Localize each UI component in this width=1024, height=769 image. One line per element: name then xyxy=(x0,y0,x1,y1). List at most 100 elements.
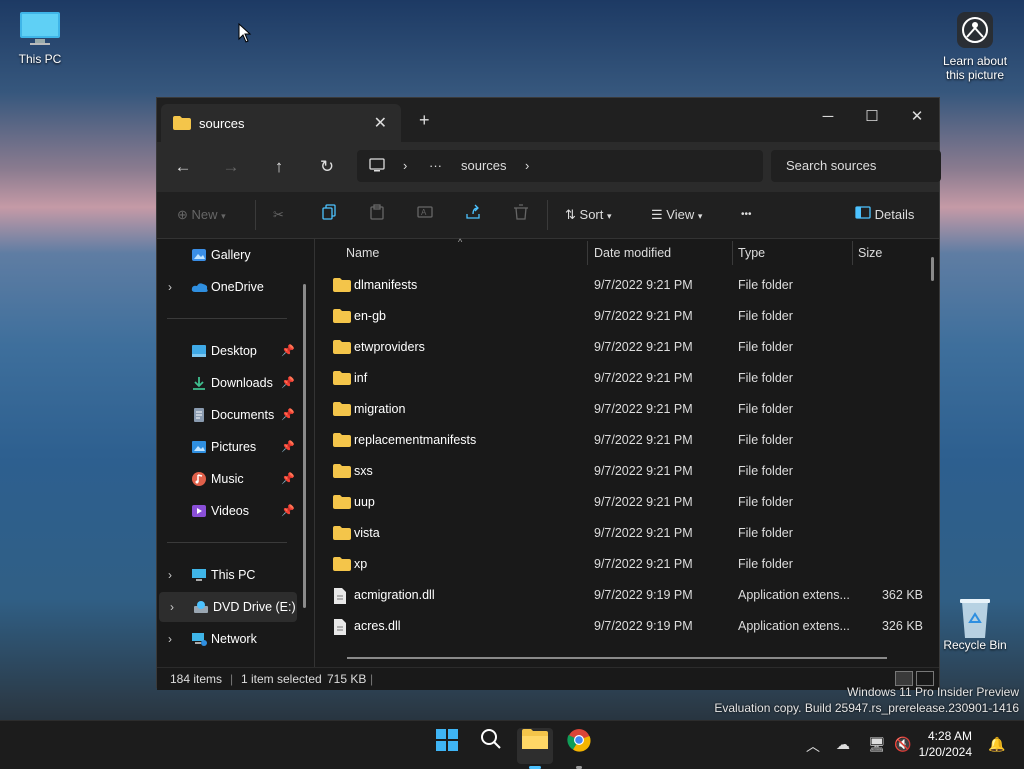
forward-button[interactable]: → xyxy=(215,151,247,183)
search-input[interactable]: Search sources xyxy=(771,150,941,182)
sidebar-item-desktop[interactable]: Desktop 📌 xyxy=(157,336,307,366)
sidebar-item-label: Gallery xyxy=(211,248,251,262)
file-name: acres.dll xyxy=(354,619,401,633)
file-row[interactable]: en-gb 9/7/2022 9:21 PM File folder xyxy=(315,301,925,332)
new-button[interactable]: ⊕ New ▾ xyxy=(177,204,226,226)
tiles-view-button[interactable] xyxy=(916,671,934,686)
column-header-type[interactable]: Type xyxy=(738,246,765,260)
onedrive-offline-icon[interactable]: ☁ xyxy=(836,736,850,753)
desktop-icon-label: Recycle Bin xyxy=(943,638,1007,652)
file-row[interactable]: acres.dll 9/7/2022 9:19 PM Application ext… xyxy=(315,611,925,642)
file-row[interactable]: etwproviders 9/7/2022 9:21 PM File folder xyxy=(315,332,925,363)
close-tab-icon[interactable]: ✕ xyxy=(374,113,387,133)
paste-icon[interactable] xyxy=(369,204,385,226)
chevron-right-icon[interactable]: › xyxy=(168,280,172,294)
sidebar-item-videos[interactable]: Videos 📌 xyxy=(157,496,307,526)
title-bar[interactable]: sources ✕ + ─ ☐ ✕ xyxy=(157,98,939,142)
volume-muted-icon[interactable]: 🔇 xyxy=(894,736,911,753)
network-icon[interactable]: 🖥 xyxy=(868,736,886,753)
sidebar-item-label: Documents xyxy=(211,408,275,422)
column-divider[interactable] xyxy=(587,241,588,265)
folder-icon xyxy=(333,402,351,419)
file-list-horizontal-scrollbar[interactable] xyxy=(347,657,887,659)
pin-icon: 📌 xyxy=(281,409,295,421)
file-row[interactable]: replacementmanifests 9/7/2022 9:21 PM File… xyxy=(315,425,925,456)
address-bar[interactable]: › ··· sources › xyxy=(357,150,763,182)
back-button[interactable]: ← xyxy=(167,151,199,183)
sidebar-item-music[interactable]: Music 📌 xyxy=(157,464,307,494)
file-row[interactable]: vista 9/7/2022 9:21 PM File folder xyxy=(315,518,925,549)
status-bar: 184 items | 1 item selected 715 KB | xyxy=(157,667,939,690)
file-type: Application extens... xyxy=(738,588,850,602)
minimize-button[interactable]: ─ xyxy=(805,102,851,132)
file-row[interactable]: inf 9/7/2022 9:21 PM File folder xyxy=(315,363,925,394)
file-row[interactable]: sxs 9/7/2022 9:21 PM File folder xyxy=(315,456,925,487)
chevron-right-icon[interactable]: › xyxy=(525,158,529,173)
notification-bell-icon[interactable]: 🔔 xyxy=(988,736,1005,753)
close-window-button[interactable]: ✕ xyxy=(894,102,940,132)
column-divider[interactable] xyxy=(852,241,853,265)
maximize-button[interactable]: ☐ xyxy=(849,102,895,132)
file-row[interactable]: xp 9/7/2022 9:21 PM File folder xyxy=(315,549,925,580)
file-explorer-window[interactable]: sources ✕ + ─ ☐ ✕ ← → ↑ ↻ › ··· sources … xyxy=(156,97,941,690)
sidebar-item-this-pc[interactable]: › This PC xyxy=(157,560,307,590)
column-divider[interactable] xyxy=(732,241,733,265)
sidebar-item-documents[interactable]: Documents 📌 xyxy=(157,400,307,430)
file-row[interactable]: dlmanifests 9/7/2022 9:21 PM File folder xyxy=(315,270,925,301)
details-pane-button[interactable]: Details xyxy=(855,204,914,226)
chrome-taskbar-button[interactable] xyxy=(561,728,597,769)
file-type: File folder xyxy=(738,464,793,478)
breadcrumb-ellipsis[interactable]: ··· xyxy=(429,158,442,173)
sort-button[interactable]: ⇅ Sort ▾ xyxy=(565,204,612,226)
status-divider: | xyxy=(370,672,374,686)
file-date: 9/7/2022 9:21 PM xyxy=(594,495,693,509)
view-button[interactable]: ☰ View ▾ xyxy=(651,204,702,226)
view-list-icon: ☰ xyxy=(651,207,663,222)
file-name: inf xyxy=(354,371,368,385)
copy-icon[interactable] xyxy=(321,204,337,226)
refresh-button[interactable]: ↻ xyxy=(311,151,343,183)
start-button[interactable] xyxy=(429,728,465,764)
up-button[interactable]: ↑ xyxy=(263,151,295,183)
sidebar-item-downloads[interactable]: Downloads 📌 xyxy=(157,368,307,398)
search-button[interactable] xyxy=(473,728,509,764)
show-hidden-icons-chevron-icon[interactable]: ︿ xyxy=(806,736,820,756)
file-explorer-taskbar-button[interactable] xyxy=(517,728,553,769)
download-icon xyxy=(191,376,207,390)
desktop-icon-recycle-bin[interactable]: Recycle Bin xyxy=(935,596,1015,652)
desktop-icon-this-pc[interactable]: This PC xyxy=(0,10,80,66)
file-row[interactable]: migration 9/7/2022 9:21 PM File folder xyxy=(315,394,925,425)
file-row[interactable]: uup 9/7/2022 9:21 PM File folder xyxy=(315,487,925,518)
document-icon xyxy=(191,408,207,422)
sidebar-item-onedrive[interactable]: › OneDrive xyxy=(157,272,307,302)
network-icon xyxy=(191,632,207,646)
file-row[interactable]: acmigration.dll 9/7/2022 9:19 PM Applicati… xyxy=(315,580,925,611)
chevron-right-icon[interactable]: › xyxy=(168,632,172,646)
sidebar-scrollbar[interactable] xyxy=(303,284,306,608)
column-header-name[interactable]: Name xyxy=(346,246,379,260)
delete-icon[interactable] xyxy=(513,204,529,226)
clock[interactable]: 4:28 AM 1/20/2024 xyxy=(919,728,972,760)
new-tab-button[interactable]: + xyxy=(419,110,430,131)
column-header-size[interactable]: Size xyxy=(858,246,882,260)
more-options-button[interactable]: ••• xyxy=(741,204,752,226)
tab-sources[interactable]: sources ✕ xyxy=(161,104,401,142)
file-type: File folder xyxy=(738,309,793,323)
sidebar-item-network[interactable]: › Network xyxy=(157,624,307,654)
rename-icon[interactable]: A xyxy=(417,204,433,226)
sidebar-item-gallery[interactable]: Gallery xyxy=(157,240,307,270)
sidebar-item-pictures[interactable]: Pictures 📌 xyxy=(157,432,307,462)
details-view-button[interactable] xyxy=(895,671,913,686)
file-list-vertical-scrollbar[interactable] xyxy=(931,257,934,281)
sidebar-item-dvd-drive[interactable]: › DVD Drive (E:) C xyxy=(159,592,297,622)
desktop-icon-learn-about-picture[interactable]: Learn about this picture xyxy=(935,12,1015,82)
camera-pin-icon xyxy=(954,12,996,50)
chevron-right-icon[interactable]: › xyxy=(170,600,174,614)
share-icon[interactable] xyxy=(465,204,481,226)
view-label: View xyxy=(666,207,695,222)
file-type: File folder xyxy=(738,278,793,292)
breadcrumb-current[interactable]: sources xyxy=(461,158,507,173)
chevron-right-icon[interactable]: › xyxy=(168,568,172,582)
cut-icon[interactable]: ✂ xyxy=(273,204,284,226)
column-header-date[interactable]: Date modified xyxy=(594,246,671,260)
